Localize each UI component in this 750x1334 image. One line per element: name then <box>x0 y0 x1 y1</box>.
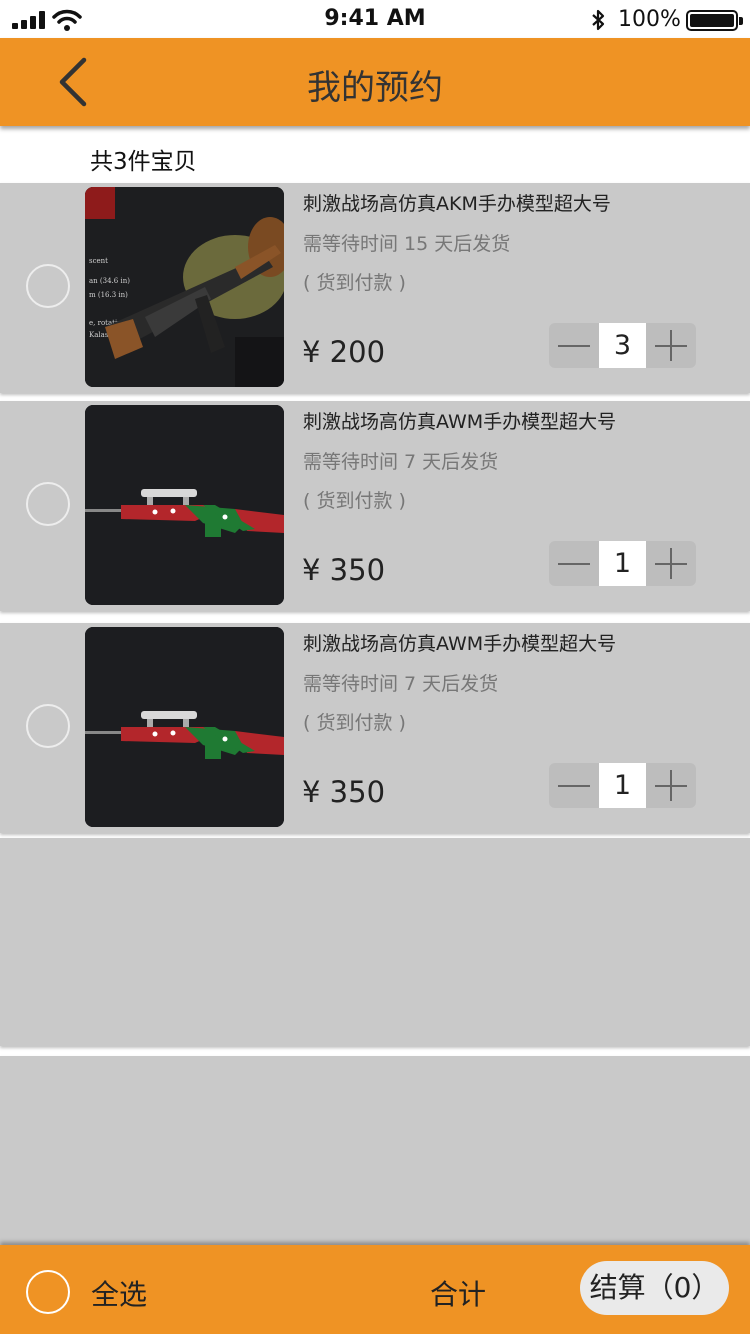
list-item[interactable]: scent an (34.6 in) m (16.3 in) e, rotati… <box>0 183 750 393</box>
plus-button[interactable] <box>646 763 696 808</box>
product-price: ¥ 350 <box>302 775 386 809</box>
status-bar: 9:41 AM 100% <box>0 0 750 40</box>
product-name: 刺激战场高仿真AWM手办模型超大号 <box>303 411 617 433</box>
product-name: 刺激战场高仿真AKM手办模型超大号 <box>303 193 611 215</box>
wait-time: 需等待时间 7 天后发货 <box>303 673 499 695</box>
quantity-stepper: 1 <box>549 541 696 586</box>
product-image[interactable] <box>85 405 284 605</box>
minus-button[interactable] <box>549 323 599 368</box>
select-all-radio[interactable] <box>26 1270 70 1314</box>
wait-time: 需等待时间 15 天后发货 <box>303 233 511 255</box>
empty-list-area <box>0 838 750 1046</box>
checkout-bar: 全选 合计 结算（0） <box>0 1245 750 1334</box>
awm-rifle-image <box>85 405 284 605</box>
product-image[interactable]: scent an (34.6 in) m (16.3 in) e, rotati… <box>85 187 284 387</box>
item-select-radio[interactable] <box>26 264 70 308</box>
svg-text:scent: scent <box>89 257 108 265</box>
payment-method: ( 货到付款 ) <box>303 272 406 294</box>
minus-button[interactable] <box>549 763 599 808</box>
nav-bar: 我的预约 <box>0 38 750 126</box>
bluetooth-icon <box>592 9 605 31</box>
item-count-summary: 共3件宝贝 <box>90 149 197 175</box>
product-image[interactable] <box>85 627 284 827</box>
item-select-radio[interactable] <box>26 482 70 526</box>
plus-button[interactable] <box>646 323 696 368</box>
battery-percent: 100% <box>618 7 681 32</box>
svg-text:m (16.3 in): m (16.3 in) <box>89 291 128 299</box>
payment-method: ( 货到付款 ) <box>303 712 406 734</box>
list-item[interactable]: 刺激战场高仿真AWM手办模型超大号 需等待时间 7 天后发货 ( 货到付款 ) … <box>0 623 750 833</box>
akm-rifle-image: scent an (34.6 in) m (16.3 in) e, rotati… <box>85 187 284 387</box>
total-label: 合计 <box>430 1278 487 1311</box>
quantity-value[interactable]: 1 <box>599 763 646 808</box>
svg-text:an (34.6 in): an (34.6 in) <box>89 277 130 285</box>
quantity-stepper: 1 <box>549 763 696 808</box>
product-name: 刺激战场高仿真AWM手办模型超大号 <box>303 633 617 655</box>
minus-button[interactable] <box>549 541 599 586</box>
quantity-stepper: 3 <box>549 323 696 368</box>
list-item[interactable]: 刺激战场高仿真AWM手办模型超大号 需等待时间 7 天后发货 ( 货到付款 ) … <box>0 401 750 611</box>
awm-rifle-image <box>85 627 284 827</box>
plus-button[interactable] <box>646 541 696 586</box>
product-price: ¥ 350 <box>302 553 386 587</box>
empty-list-area <box>0 1056 750 1246</box>
product-price: ¥ 200 <box>302 335 386 369</box>
wait-time: 需等待时间 7 天后发货 <box>303 451 499 473</box>
battery-icon <box>686 10 743 31</box>
select-all-label[interactable]: 全选 <box>91 1273 147 1313</box>
item-select-radio[interactable] <box>26 704 70 748</box>
payment-method: ( 货到付款 ) <box>303 490 406 512</box>
checkout-button[interactable]: 结算（0） <box>580 1261 729 1315</box>
page-title: 我的预约 <box>307 68 443 108</box>
quantity-value[interactable]: 1 <box>599 541 646 586</box>
quantity-value[interactable]: 3 <box>599 323 646 368</box>
